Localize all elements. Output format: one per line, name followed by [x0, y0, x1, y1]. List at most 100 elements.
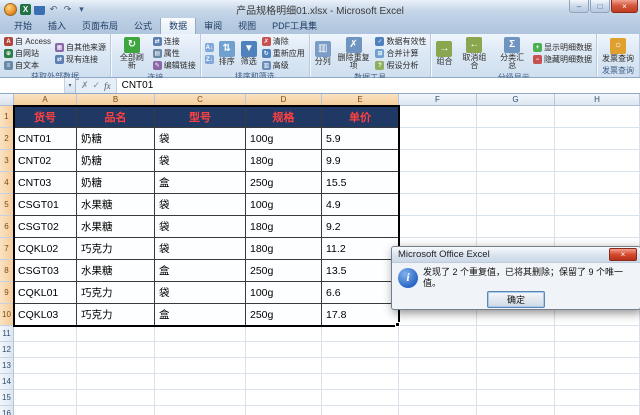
cell-B11[interactable]	[77, 326, 155, 342]
cell-D13[interactable]	[246, 358, 322, 374]
cell-D9[interactable]: 100g	[246, 282, 322, 304]
cell-H4[interactable]	[555, 172, 640, 194]
cell-C14[interactable]	[155, 374, 246, 390]
cell-D6[interactable]: 180g	[246, 216, 322, 238]
cell-B9[interactable]: 巧克力	[77, 282, 155, 304]
cell-H3[interactable]	[555, 150, 640, 172]
cell-E11[interactable]	[322, 326, 399, 342]
cell-A11[interactable]	[14, 326, 77, 342]
cell-G13[interactable]	[477, 358, 555, 374]
cell-E12[interactable]	[322, 342, 399, 358]
cell-B7[interactable]: 巧克力	[77, 238, 155, 260]
cell-C11[interactable]	[155, 326, 246, 342]
cell-C12[interactable]	[155, 342, 246, 358]
cell-A16[interactable]	[14, 406, 77, 415]
ribbon-button-分类汇总[interactable]: Σ 分类汇总	[494, 36, 530, 72]
cell-A13[interactable]	[14, 358, 77, 374]
restore-button[interactable]: □	[590, 0, 610, 13]
row-header-1[interactable]: 1	[0, 106, 14, 128]
column-header-B[interactable]: B	[77, 94, 155, 106]
row-header-7[interactable]: 7	[0, 238, 14, 260]
cell-C2[interactable]: 袋	[155, 128, 246, 150]
cell-G2[interactable]	[477, 128, 555, 150]
office-button[interactable]	[4, 2, 17, 16]
cell-C10[interactable]: 盒	[155, 304, 246, 326]
cell-A2[interactable]: CNT01	[14, 128, 77, 150]
cell-A9[interactable]: CQKL01	[14, 282, 77, 304]
cell-G15[interactable]	[477, 390, 555, 406]
cell-G4[interactable]	[477, 172, 555, 194]
ok-button[interactable]: 确定	[487, 290, 545, 308]
column-header-E[interactable]: E	[322, 94, 399, 106]
tab-视图[interactable]: 视图	[230, 17, 264, 34]
cell-C3[interactable]: 袋	[155, 150, 246, 172]
cell-D5[interactable]: 100g	[246, 194, 322, 216]
cell-H16[interactable]	[555, 406, 640, 415]
undo-button[interactable]: ↶	[48, 4, 59, 15]
cell-B5[interactable]: 水果糖	[77, 194, 155, 216]
fill-handle[interactable]	[395, 322, 400, 327]
ribbon-button-显示明细数据[interactable]: + 显示明细数据	[532, 42, 593, 53]
cell-B15[interactable]	[77, 390, 155, 406]
ribbon-button-现有连接[interactable]: ⇄ 现有连接	[54, 54, 107, 65]
cell-D12[interactable]	[246, 342, 322, 358]
cell-C7[interactable]: 袋	[155, 238, 246, 260]
cell-G1[interactable]	[477, 106, 555, 128]
row-header-4[interactable]: 4	[0, 172, 14, 194]
cell-B13[interactable]	[77, 358, 155, 374]
ribbon-button-隐藏明细数据[interactable]: − 隐藏明细数据	[532, 54, 593, 65]
cell-F5[interactable]	[399, 194, 477, 216]
cell-A10[interactable]: CQKL03	[14, 304, 77, 326]
cell-B1[interactable]: 品名	[77, 106, 155, 128]
ribbon-button-发票查询[interactable]: ○ 发票查询	[600, 37, 636, 64]
cell-E7[interactable]: 11.2	[322, 238, 399, 260]
cell-D7[interactable]: 180g	[246, 238, 322, 260]
ribbon-button-组合[interactable]: → 组合	[434, 40, 454, 67]
row-header-5[interactable]: 5	[0, 194, 14, 216]
row-header-12[interactable]: 12	[0, 342, 14, 358]
cell-C16[interactable]	[155, 406, 246, 415]
column-header-C[interactable]: C	[155, 94, 246, 106]
tab-插入[interactable]: 插入	[40, 17, 74, 34]
cell-A6[interactable]: CSGT02	[14, 216, 77, 238]
cell-F15[interactable]	[399, 390, 477, 406]
cell-F14[interactable]	[399, 374, 477, 390]
cell-B14[interactable]	[77, 374, 155, 390]
cell-D3[interactable]: 180g	[246, 150, 322, 172]
cell-A14[interactable]	[14, 374, 77, 390]
cell-E5[interactable]: 4.9	[322, 194, 399, 216]
cell-A8[interactable]: CSGT03	[14, 260, 77, 282]
cell-E13[interactable]	[322, 358, 399, 374]
cell-F1[interactable]	[399, 106, 477, 128]
insert-function-icon[interactable]: fx	[104, 81, 111, 91]
dialog-close-button[interactable]: ×	[609, 248, 637, 261]
cell-B16[interactable]	[77, 406, 155, 415]
ribbon-button-高级[interactable]: ▥ 高级	[261, 60, 306, 71]
cell-C5[interactable]: 袋	[155, 194, 246, 216]
cell-G5[interactable]	[477, 194, 555, 216]
cell-D11[interactable]	[246, 326, 322, 342]
ribbon-button-全部刷新[interactable]: ↻ 全部刷新	[114, 36, 150, 72]
cell-D14[interactable]	[246, 374, 322, 390]
cell-A4[interactable]: CNT03	[14, 172, 77, 194]
cell-F12[interactable]	[399, 342, 477, 358]
cell-G16[interactable]	[477, 406, 555, 415]
cell-B12[interactable]	[77, 342, 155, 358]
cell-E8[interactable]: 13.5	[322, 260, 399, 282]
cell-E15[interactable]	[322, 390, 399, 406]
cell-H6[interactable]	[555, 216, 640, 238]
tab-开始[interactable]: 开始	[6, 17, 40, 34]
enter-icon[interactable]: ✓	[93, 80, 101, 91]
column-header-H[interactable]: H	[555, 94, 640, 106]
row-header-9[interactable]: 9	[0, 282, 14, 304]
cell-G12[interactable]	[477, 342, 555, 358]
ribbon-button-自 Access[interactable]: A自 Access	[3, 36, 52, 47]
cell-B2[interactable]: 奶糖	[77, 128, 155, 150]
close-button[interactable]: ×	[611, 0, 638, 13]
cell-E9[interactable]: 6.6	[322, 282, 399, 304]
ribbon-button-清除[interactable]: ✗ 清除	[261, 36, 306, 47]
tab-PDF工具集[interactable]: PDF工具集	[264, 17, 325, 34]
row-header-10[interactable]: 10	[0, 304, 14, 326]
cell-D1[interactable]: 规格	[246, 106, 322, 128]
ribbon-button-假设分析[interactable]: ? 假设分析	[374, 60, 427, 71]
